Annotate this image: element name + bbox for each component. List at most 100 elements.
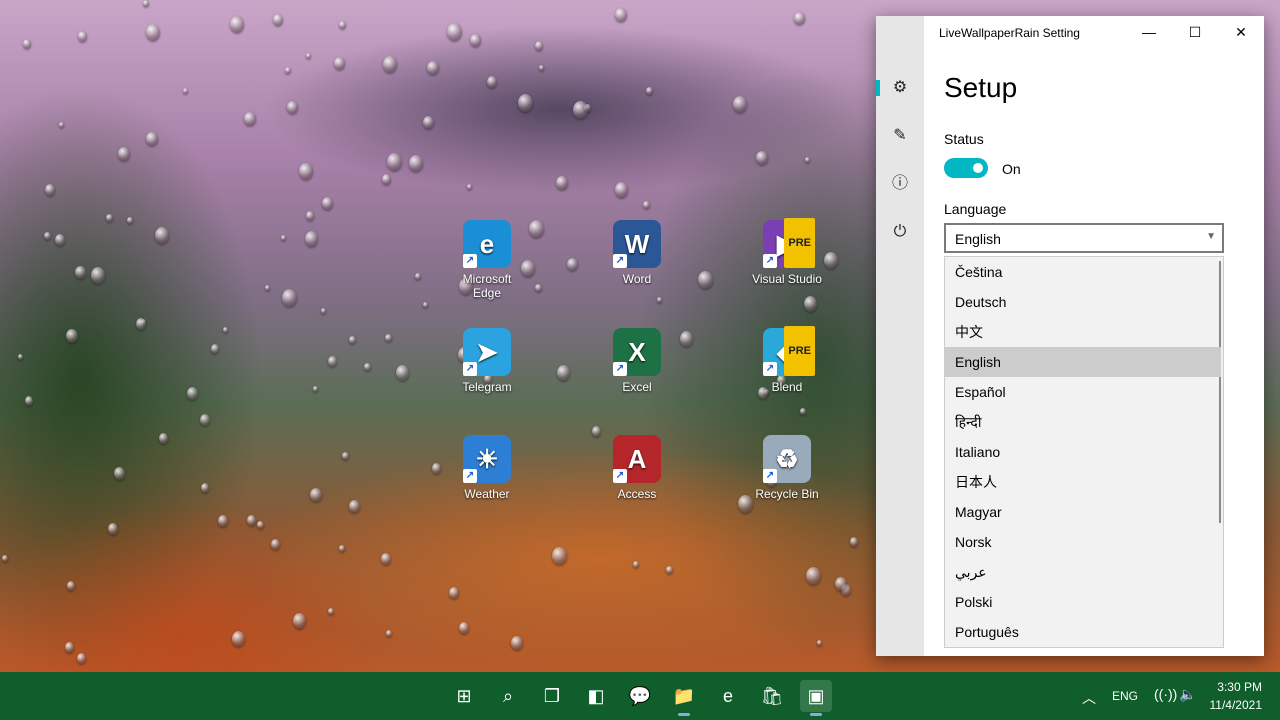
access-icon: A ↗	[613, 435, 661, 483]
shortcut-arrow-icon: ↗	[763, 469, 777, 483]
desktop-shortcut[interactable]: ▶↗PREVisual Studio	[747, 218, 827, 286]
title-bar[interactable]: LiveWallpaperRain Setting — ☐ ✕	[924, 16, 1264, 48]
desktop-shortcut-label: Weather	[464, 487, 510, 501]
clock-time[interactable]: 3:30 PM	[1206, 680, 1262, 694]
wifi-icon[interactable]: ((·))	[1154, 686, 1177, 702]
info-icon[interactable]: ⓘ	[888, 172, 912, 196]
store-icon[interactable]: 🛍	[756, 680, 788, 712]
raindrop	[321, 308, 326, 314]
raindrop	[470, 34, 481, 47]
running-indicator	[678, 713, 690, 716]
raindrop	[557, 365, 570, 381]
desktop-shortcut-label: Word	[622, 272, 652, 286]
raindrop	[306, 211, 314, 221]
raindrop	[806, 567, 821, 585]
raindrop	[118, 147, 130, 161]
raindrop	[383, 56, 397, 73]
language-option[interactable]: 日本人	[945, 467, 1221, 497]
desktop-shortcut[interactable]: W ↗ Word	[597, 220, 677, 286]
widgets-icon[interactable]: ◧	[580, 680, 612, 712]
shortcut-arrow-icon: ↗	[613, 469, 627, 483]
raindrop	[459, 622, 469, 634]
raindrop	[77, 653, 86, 664]
language-option[interactable]: Čeština	[945, 257, 1221, 287]
raindrop	[349, 500, 360, 513]
raindrop	[680, 331, 693, 347]
raindrop	[804, 296, 817, 312]
status-toggle[interactable]	[944, 158, 988, 178]
raindrop	[556, 176, 568, 190]
language-combobox[interactable]: English ▼	[944, 223, 1224, 253]
raindrop	[146, 132, 158, 146]
raindrop	[552, 547, 567, 565]
shortcut-arrow-icon: ↗	[613, 362, 627, 376]
raindrop	[44, 232, 51, 240]
desktop-shortcut[interactable]: ◆↗PREBlend	[747, 326, 827, 394]
raindrop	[313, 386, 318, 392]
input-language-indicator[interactable]: ENG	[1112, 689, 1138, 703]
shortcut-arrow-icon: ↗	[463, 254, 477, 268]
language-option[interactable]: عربي	[945, 557, 1221, 587]
language-option[interactable]: Italiano	[945, 437, 1221, 467]
raindrop	[646, 87, 653, 95]
raindrop	[45, 184, 55, 196]
raindrop	[339, 545, 345, 552]
start-icon[interactable]: ⊞	[448, 680, 480, 712]
power-icon[interactable]: ⏻	[888, 220, 912, 244]
edge-icon[interactable]: e	[712, 680, 744, 712]
language-option[interactable]: हिन्दी	[945, 407, 1221, 437]
raindrop	[305, 231, 318, 247]
desktop-shortcut[interactable]: X ↗ Excel	[597, 328, 677, 394]
maximize-button[interactable]: ☐	[1172, 16, 1218, 48]
desktop-shortcut[interactable]: ➤ ↗ Telegram	[447, 328, 527, 394]
minimize-button[interactable]: —	[1126, 16, 1172, 48]
close-button[interactable]: ✕	[1218, 16, 1264, 48]
raindrop	[247, 515, 256, 526]
shortcut-arrow-icon: ↗	[763, 254, 777, 268]
live-wallpaper-rain-icon[interactable]: ▣	[800, 680, 832, 716]
desktop-shortcut[interactable]: ☀ ↗ Weather	[447, 435, 527, 501]
language-option[interactable]: English	[945, 347, 1221, 377]
raindrop	[232, 631, 245, 647]
raindrop	[18, 354, 23, 360]
settings-gear-icon[interactable]: ⚙	[888, 76, 912, 100]
status-label: Status	[944, 131, 984, 147]
raindrop	[218, 515, 228, 527]
clock-date[interactable]: 11/4/2021	[1206, 698, 1263, 712]
search-icon[interactable]: ⌕	[492, 680, 524, 712]
raindrop	[349, 336, 356, 344]
raindrop	[387, 153, 402, 171]
desktop-shortcut-label: Telegram	[462, 380, 512, 394]
language-option[interactable]: Polski	[945, 587, 1221, 617]
raindrop	[535, 41, 543, 51]
language-option[interactable]: Magyar	[945, 497, 1221, 527]
desktop-shortcut[interactable]: A ↗ Access	[597, 435, 677, 501]
raindrop	[159, 433, 168, 444]
raindrop	[146, 24, 160, 41]
desktop-shortcut[interactable]: ♻ ↗ Recycle Bin	[747, 435, 827, 501]
raindrop	[306, 53, 311, 59]
raindrop	[328, 608, 334, 615]
language-option[interactable]: Norsk	[945, 527, 1221, 557]
language-option[interactable]: 中文	[945, 317, 1221, 347]
edit-icon[interactable]: ✎	[888, 124, 912, 148]
file-explorer-icon[interactable]: 📁	[668, 680, 700, 716]
raindrop	[698, 271, 713, 289]
raindrop	[299, 163, 313, 180]
language-option[interactable]: Deutsch	[945, 287, 1221, 317]
language-option[interactable]: Español	[945, 377, 1221, 407]
edge-icon: e ↗	[463, 220, 511, 268]
volume-icon[interactable]: 🔈	[1179, 686, 1196, 703]
show-hidden-icons-chevron[interactable]: ︿	[1082, 688, 1096, 708]
raindrop	[187, 387, 198, 400]
language-option[interactable]: Português	[945, 617, 1221, 647]
teams-chat-icon[interactable]: 💬	[624, 680, 656, 712]
raindrop	[322, 197, 333, 210]
raindrop	[409, 155, 423, 172]
raindrop	[66, 329, 78, 343]
raindrop	[567, 258, 578, 271]
task-view-icon[interactable]: ❐	[536, 680, 568, 712]
raindrop	[78, 31, 87, 42]
desktop-shortcut[interactable]: e ↗ Microsoft Edge	[447, 220, 527, 300]
raindrop	[432, 463, 441, 474]
